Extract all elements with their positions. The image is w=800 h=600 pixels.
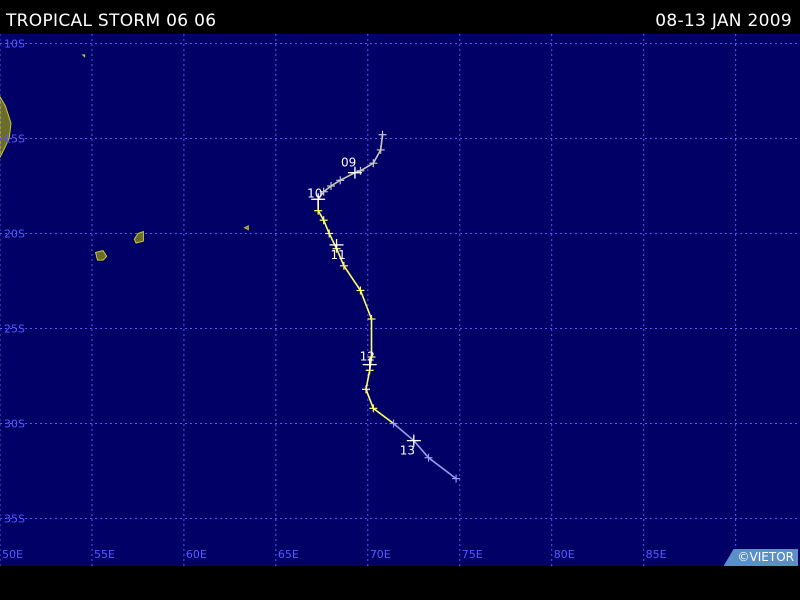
longitude-label: 85E	[646, 548, 667, 561]
longitude-label: 80E	[554, 548, 575, 561]
latitude-label: 35S	[4, 513, 25, 526]
longitude-label: 65E	[278, 548, 299, 561]
storm-title: TROPICAL STORM 06 06	[6, 11, 217, 31]
date-range: 08-13 JAN 2009	[655, 11, 792, 31]
latitude-label: 20S	[4, 228, 25, 241]
longitude-label: 60E	[186, 548, 207, 561]
credit-badge: ©VIETOR	[723, 549, 798, 566]
storm-track-map: 0910111213 50E55E60E65E70E75E80E85E90E10…	[0, 34, 800, 566]
longitude-label: 75E	[462, 548, 483, 561]
latitude-label: 30S	[4, 418, 25, 431]
longitude-label: 55E	[94, 548, 115, 561]
footer-bar	[0, 566, 800, 600]
day-label: 10	[307, 186, 322, 200]
day-label: 11	[331, 248, 346, 262]
day-label: 12	[360, 350, 375, 364]
ocean-background	[0, 34, 800, 566]
longitude-label: 70E	[370, 548, 391, 561]
latitude-label: 10S	[4, 38, 25, 51]
latitude-label: 25S	[4, 323, 25, 336]
longitude-label: 50E	[2, 548, 23, 561]
latitude-label: 15S	[4, 133, 25, 146]
day-label: 13	[400, 444, 415, 458]
day-label: 09	[341, 156, 356, 170]
header-bar: TROPICAL STORM 06 06 08-13 JAN 2009	[0, 0, 800, 34]
